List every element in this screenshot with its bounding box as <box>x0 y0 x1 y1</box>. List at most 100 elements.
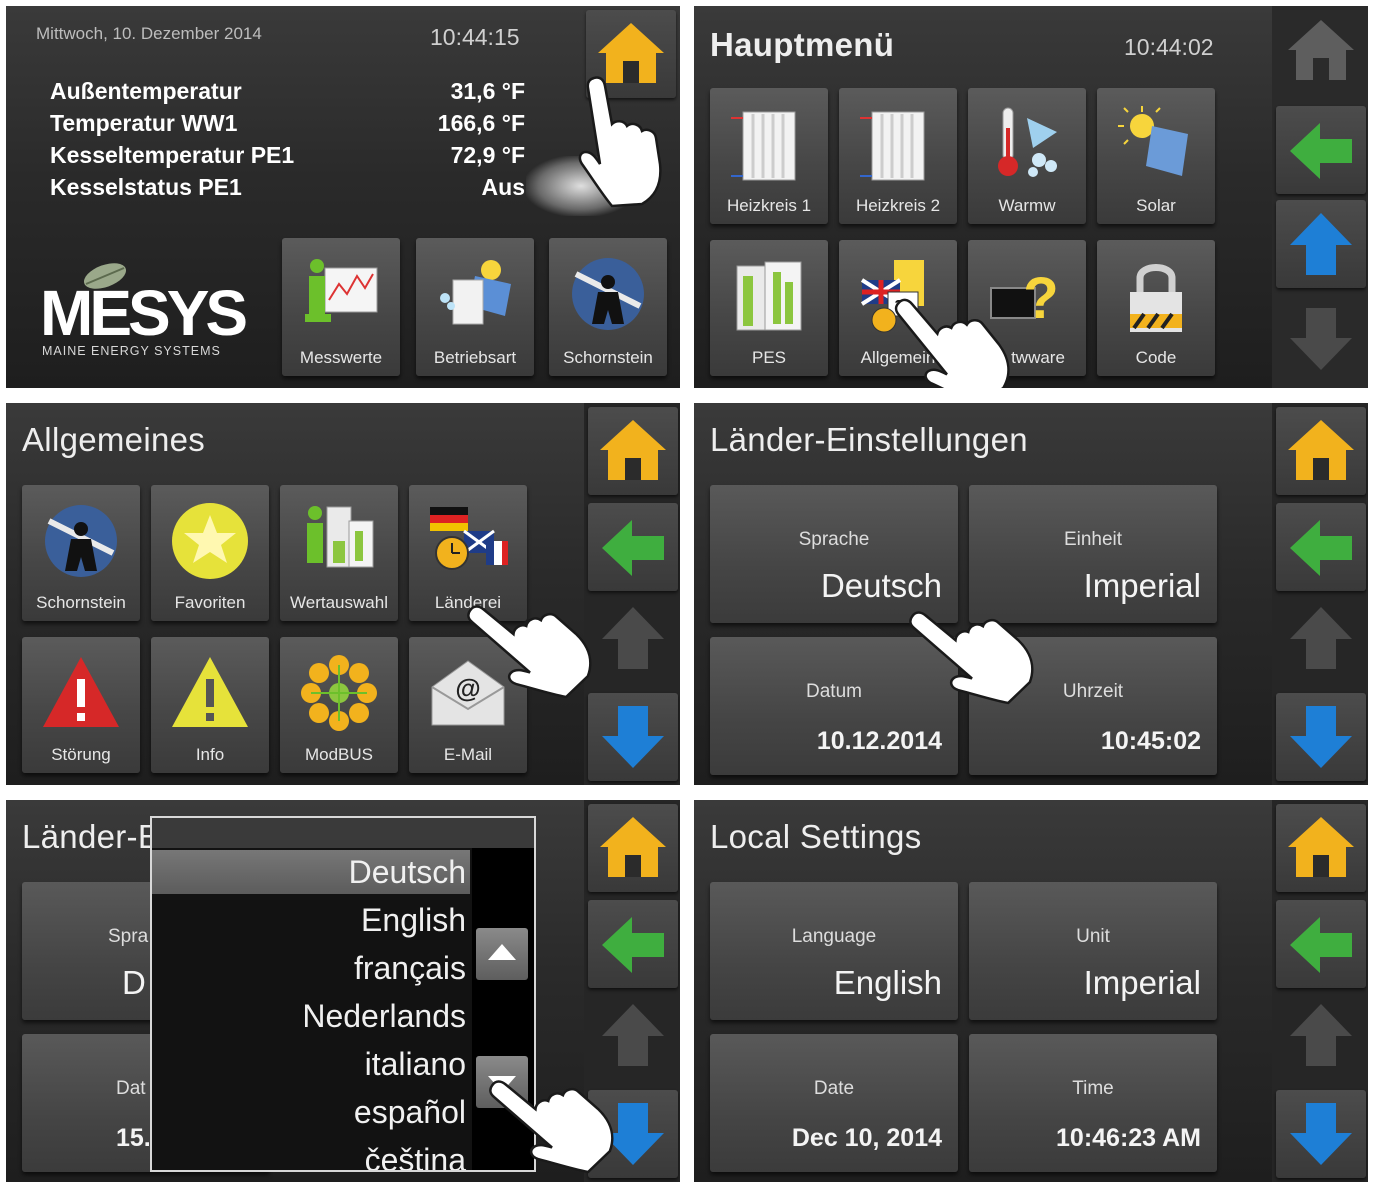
field-caption: Einheit <box>1063 529 1123 550</box>
tile-modbus[interactable]: ModBUS <box>280 637 398 773</box>
tile-label: Länderei <box>434 593 502 612</box>
tile-betriebsart[interactable]: Betriebsart <box>416 238 534 376</box>
tile-pes[interactable]: PES <box>710 240 828 376</box>
info-value: 166,6 °F <box>437 110 525 136</box>
scroll-down-button[interactable] <box>1276 1090 1366 1178</box>
back-button[interactable] <box>1276 106 1366 194</box>
unit-field[interactable]: Einheit Imperial <box>969 485 1217 623</box>
back-button[interactable] <box>1276 503 1366 591</box>
option-espanol[interactable]: español <box>152 1090 470 1134</box>
option-cestina[interactable]: čeština <box>152 1138 470 1170</box>
arrow-down-icon <box>1290 308 1352 370</box>
home-button[interactable] <box>588 804 678 892</box>
field-value: 10.12.2014 <box>816 727 942 755</box>
tile-heizkreis-2[interactable]: Heizkreis 2 <box>839 88 957 224</box>
scroll-down-button[interactable] <box>588 693 678 781</box>
radiator-icon <box>860 111 925 181</box>
tile-laendereinstellungen[interactable]: Länderei <box>409 485 527 621</box>
scroll-up-button[interactable] <box>1276 200 1366 288</box>
arrow-left-icon <box>1290 123 1352 179</box>
chimney-sweep-icon <box>45 505 117 577</box>
time-field[interactable]: Uhrzeit 10:45:02 <box>969 637 1217 775</box>
tile-favoriten[interactable]: Favoriten <box>151 485 269 621</box>
tile-label: Solar <box>1136 196 1176 215</box>
tile-allgemein[interactable]: 31 Allgemein <box>839 240 957 376</box>
tile-solar[interactable]: Solar <box>1097 88 1215 224</box>
tile-stoerung[interactable]: Störung <box>22 637 140 773</box>
time-field[interactable]: Time 10:46:23 AM <box>969 1034 1217 1172</box>
tile-label: Heizkreis 2 <box>855 196 941 215</box>
scroll-down-button[interactable] <box>1276 693 1366 781</box>
option-deutsch[interactable]: Deutsch <box>152 850 470 894</box>
arrow-down-icon <box>602 706 664 768</box>
calendar-day: 31 <box>895 297 912 314</box>
field-value: English <box>833 964 942 1001</box>
clock-label: 10:44:02 <box>1124 34 1214 60</box>
tile-email[interactable]: @ E-Mail <box>409 637 527 773</box>
page-title: Länder-E <box>22 818 161 855</box>
field-caption: Time <box>1072 1078 1114 1099</box>
back-button[interactable] <box>588 900 678 988</box>
info-label: Außentemperatur <box>50 78 242 104</box>
arrow-left-icon <box>1290 520 1352 576</box>
home-icon <box>1288 20 1354 80</box>
date-field[interactable]: Date Dec 10, 2014 <box>710 1034 958 1172</box>
arrow-down-icon <box>1290 1103 1352 1165</box>
info-warning-icon <box>172 657 248 727</box>
tile-wertauswahl[interactable]: Wertauswahl <box>280 485 398 621</box>
tile-warmwasser[interactable]: Warmw <box>968 88 1086 224</box>
home-button[interactable] <box>1276 407 1366 495</box>
tile-schornstein[interactable]: Schornstein <box>22 485 140 621</box>
start-screen-panel: Mittwoch, 10. Dezember 2014 10:44:15 Auß… <box>6 6 680 388</box>
svg-text:?: ? <box>1023 266 1058 331</box>
language-dropdown[interactable]: Deutsch English français Nederlands ital… <box>150 816 536 1172</box>
tile-label: Schornstein <box>563 348 653 367</box>
info-label: Kesselstatus PE1 <box>50 174 242 200</box>
field-value: 10:45:02 <box>1100 727 1201 755</box>
scroll-down-button[interactable] <box>588 1090 678 1178</box>
pellet-boiler-icon <box>736 261 802 331</box>
tile-label: PES <box>751 348 787 367</box>
option-francais[interactable]: français <box>152 946 470 990</box>
home-button[interactable] <box>586 10 676 98</box>
tile-label: Messwerte <box>299 348 383 367</box>
field-caption: Date <box>813 1078 855 1099</box>
unit-field[interactable]: Unit Imperial <box>969 882 1217 1020</box>
local-settings-panel: Local Settings Language English Unit Imp… <box>694 800 1368 1182</box>
back-button[interactable] <box>1276 900 1366 988</box>
home-button[interactable] <box>588 407 678 495</box>
arrow-left-icon <box>1290 917 1352 973</box>
option-english[interactable]: English <box>152 898 470 942</box>
date-field[interactable]: Datum 10.12.2014 <box>710 637 958 775</box>
scroll-up-button[interactable] <box>476 928 528 980</box>
tile-heizkreis-1[interactable]: Heizkreis 1 <box>710 88 828 224</box>
field-value: Imperial <box>1083 567 1201 604</box>
info-label: Kesseltemperatur PE1 <box>50 142 295 168</box>
tile-label: Betriebsart <box>433 348 517 367</box>
scroll-up-button-disabled <box>598 1000 668 1075</box>
measurements-icon <box>305 259 378 322</box>
back-button[interactable] <box>588 503 678 591</box>
option-italiano[interactable]: italiano <box>152 1042 470 1086</box>
language-field[interactable]: Language English <box>710 882 958 1020</box>
info-value: Aus <box>481 174 525 200</box>
tile-label: Warmw <box>998 196 1056 215</box>
tile-software[interactable]: ? twware <box>968 240 1086 376</box>
tile-code[interactable]: Code <box>1097 240 1215 376</box>
tile-label: Schornstein <box>36 593 126 612</box>
tile-label: Info <box>195 745 225 764</box>
scroll-down-button[interactable] <box>476 1056 528 1108</box>
tile-schornstein[interactable]: Schornstein <box>549 238 667 376</box>
star-icon <box>172 503 248 579</box>
tile-messwerte[interactable]: Messwerte <box>282 238 400 376</box>
home-icon <box>598 23 664 83</box>
date-label: Mittwoch, 10. Dezember 2014 <box>36 24 262 43</box>
triangle-up-icon <box>488 944 516 960</box>
general-settings-icon: 31 <box>860 260 924 333</box>
option-nederlands[interactable]: Nederlands <box>152 994 470 1038</box>
home-button[interactable] <box>1276 804 1366 892</box>
padlock-icon <box>1130 264 1182 332</box>
tile-info[interactable]: Info <box>151 637 269 773</box>
side-nav <box>1272 6 1368 388</box>
language-field[interactable]: Sprache Deutsch <box>710 485 958 623</box>
